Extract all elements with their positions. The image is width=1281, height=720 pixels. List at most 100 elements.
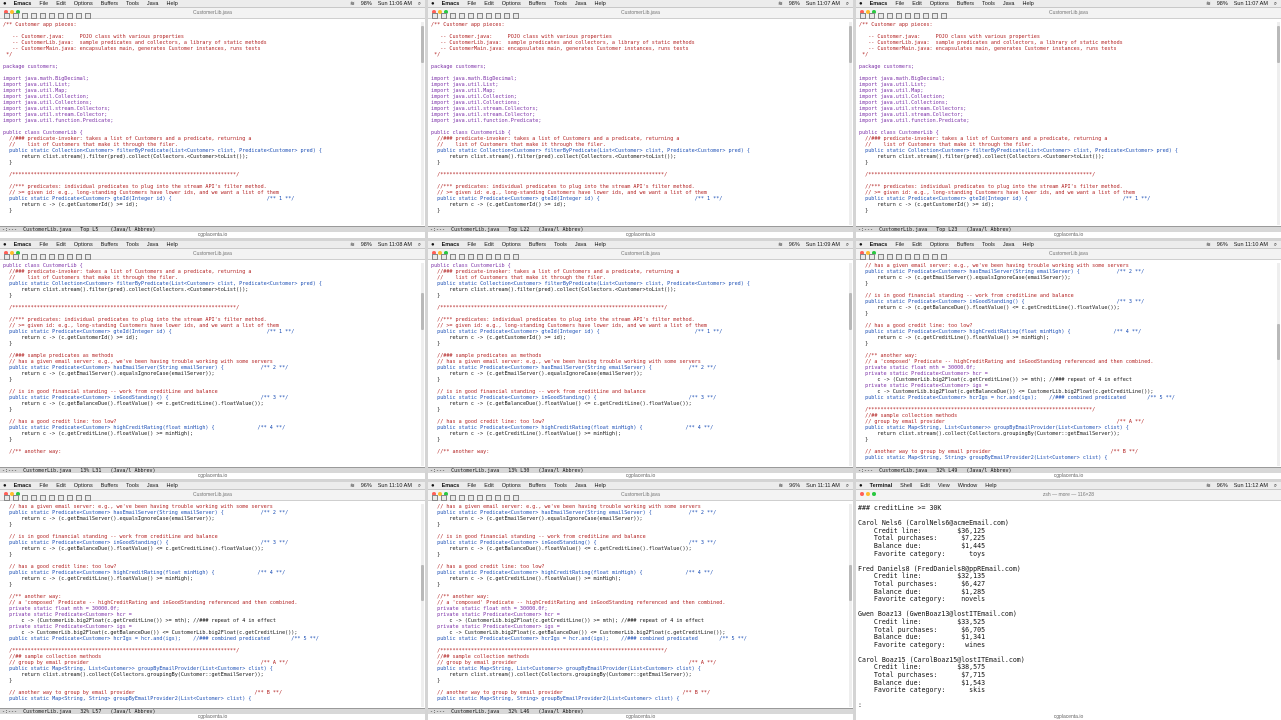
new-file-icon[interactable] bbox=[432, 495, 438, 501]
save-icon[interactable] bbox=[468, 254, 474, 260]
open-file-icon[interactable] bbox=[869, 13, 875, 19]
scrollbar-thumb[interactable] bbox=[421, 564, 424, 602]
cut-icon[interactable] bbox=[486, 495, 492, 501]
search-icon[interactable]: ⌕ bbox=[1274, 482, 1277, 489]
menu-clock[interactable]: Sun 11:07 AM bbox=[806, 0, 840, 7]
menu-item-buffers[interactable]: Buffers bbox=[101, 0, 118, 7]
cut-icon[interactable] bbox=[914, 254, 920, 260]
menu-item-help[interactable]: Help bbox=[595, 241, 606, 248]
undo-icon[interactable] bbox=[905, 13, 911, 19]
menu-item-terminal[interactable]: Terminal bbox=[870, 482, 893, 489]
search-icon[interactable] bbox=[941, 254, 947, 260]
menu-item-java[interactable]: Java bbox=[147, 482, 159, 489]
paste-icon[interactable] bbox=[504, 254, 510, 260]
menu-item-file[interactable]: File bbox=[467, 482, 476, 489]
menu-item-edit[interactable]: Edit bbox=[484, 0, 493, 7]
menu-item-tools[interactable]: Tools bbox=[554, 482, 567, 489]
wifi-icon[interactable]: ≋ bbox=[350, 0, 355, 7]
open-dir-icon[interactable] bbox=[22, 13, 28, 19]
vertical-scrollbar[interactable] bbox=[849, 263, 852, 466]
apple-menu-icon[interactable]: ● bbox=[431, 0, 435, 7]
search-icon[interactable]: ⌕ bbox=[1274, 0, 1277, 7]
menu-item-file[interactable]: File bbox=[895, 0, 904, 7]
copy-icon[interactable] bbox=[67, 495, 73, 501]
menu-item-help[interactable]: Help bbox=[167, 241, 178, 248]
new-file-icon[interactable] bbox=[860, 254, 866, 260]
open-dir-icon[interactable] bbox=[450, 13, 456, 19]
paste-icon[interactable] bbox=[76, 495, 82, 501]
menu-item-help[interactable]: Help bbox=[595, 482, 606, 489]
search-icon[interactable]: ⌕ bbox=[846, 0, 849, 7]
code-editor[interactable]: // has a given email server: e.g., we've… bbox=[859, 263, 1275, 467]
vertical-scrollbar[interactable] bbox=[421, 504, 424, 707]
close-buffer-icon[interactable] bbox=[31, 13, 37, 19]
menu-item-emacs[interactable]: Emacs bbox=[870, 241, 888, 248]
undo-icon[interactable] bbox=[905, 254, 911, 260]
menu-item-java[interactable]: Java bbox=[147, 241, 159, 248]
menu-clock[interactable]: Sun 11:08 AM bbox=[378, 241, 412, 248]
menu-item-tools[interactable]: Tools bbox=[126, 241, 139, 248]
cut-icon[interactable] bbox=[486, 13, 492, 19]
menu-item-help[interactable]: Help bbox=[985, 482, 996, 489]
menu-item-options[interactable]: Options bbox=[74, 482, 93, 489]
wifi-icon[interactable]: ≋ bbox=[350, 241, 355, 248]
menu-item-java[interactable]: Java bbox=[575, 241, 587, 248]
open-file-icon[interactable] bbox=[13, 495, 19, 501]
wifi-icon[interactable]: ≋ bbox=[778, 0, 783, 7]
code-editor[interactable]: // has a given email server: e.g., we've… bbox=[431, 504, 847, 708]
menu-item-view[interactable]: View bbox=[938, 482, 950, 489]
apple-menu-icon[interactable]: ● bbox=[859, 0, 863, 7]
open-dir-icon[interactable] bbox=[878, 254, 884, 260]
menu-item-file[interactable]: File bbox=[467, 0, 476, 7]
save-icon[interactable] bbox=[468, 495, 474, 501]
menu-clock[interactable]: Sun 11:10 AM bbox=[1234, 241, 1268, 248]
vertical-scrollbar[interactable] bbox=[1277, 263, 1280, 466]
terminal-output[interactable]: ### creditLine >= 30K Carol Nels6 (Carol… bbox=[856, 501, 1281, 714]
paste-icon[interactable] bbox=[932, 13, 938, 19]
paste-icon[interactable] bbox=[932, 254, 938, 260]
open-dir-icon[interactable] bbox=[878, 13, 884, 19]
vertical-scrollbar[interactable] bbox=[421, 22, 424, 225]
menu-item-file[interactable]: File bbox=[39, 241, 48, 248]
menu-item-java[interactable]: Java bbox=[575, 482, 587, 489]
menu-clock[interactable]: Sun 11:12 AM bbox=[1234, 482, 1268, 489]
menu-item-buffers[interactable]: Buffers bbox=[529, 0, 546, 7]
menu-item-buffers[interactable]: Buffers bbox=[529, 482, 546, 489]
wifi-icon[interactable]: ≋ bbox=[779, 482, 784, 489]
new-file-icon[interactable] bbox=[432, 254, 438, 260]
menu-item-edit[interactable]: Edit bbox=[484, 482, 493, 489]
undo-icon[interactable] bbox=[477, 13, 483, 19]
menu-item-emacs[interactable]: Emacs bbox=[14, 241, 32, 248]
menu-item-options[interactable]: Options bbox=[74, 241, 93, 248]
menu-item-window[interactable]: Window bbox=[958, 482, 978, 489]
menu-item-edit[interactable]: Edit bbox=[56, 0, 65, 7]
menu-item-tools[interactable]: Tools bbox=[554, 241, 567, 248]
save-icon[interactable] bbox=[896, 13, 902, 19]
menu-clock[interactable]: Sun 11:07 AM bbox=[1234, 0, 1268, 7]
paste-icon[interactable] bbox=[504, 495, 510, 501]
save-icon[interactable] bbox=[468, 13, 474, 19]
menu-item-edit[interactable]: Edit bbox=[920, 482, 929, 489]
code-editor[interactable]: /** Customer app pieces: -- Customer.jav… bbox=[859, 22, 1275, 226]
undo-icon[interactable] bbox=[49, 254, 55, 260]
close-buffer-icon[interactable] bbox=[887, 254, 893, 260]
search-icon[interactable] bbox=[513, 254, 519, 260]
menu-clock[interactable]: Sun 11:10 AM bbox=[378, 482, 412, 489]
code-editor[interactable]: public class CustomerLib { //### predica… bbox=[3, 263, 419, 467]
open-file-icon[interactable] bbox=[13, 254, 19, 260]
menu-item-options[interactable]: Options bbox=[502, 482, 521, 489]
wifi-icon[interactable]: ≋ bbox=[350, 482, 355, 489]
menu-item-edit[interactable]: Edit bbox=[56, 482, 65, 489]
copy-icon[interactable] bbox=[67, 254, 73, 260]
wifi-icon[interactable]: ≋ bbox=[1206, 241, 1211, 248]
menu-item-file[interactable]: File bbox=[39, 482, 48, 489]
close-buffer-icon[interactable] bbox=[459, 13, 465, 19]
save-icon[interactable] bbox=[896, 254, 902, 260]
menu-clock[interactable]: Sun 11:11 AM bbox=[806, 482, 840, 489]
search-icon[interactable]: ⌕ bbox=[418, 482, 421, 489]
scrollbar-thumb[interactable] bbox=[1277, 26, 1280, 63]
scrollbar-thumb[interactable] bbox=[421, 26, 424, 63]
new-file-icon[interactable] bbox=[432, 13, 438, 19]
apple-menu-icon[interactable]: ● bbox=[859, 241, 863, 248]
search-icon[interactable]: ⌕ bbox=[846, 241, 849, 248]
